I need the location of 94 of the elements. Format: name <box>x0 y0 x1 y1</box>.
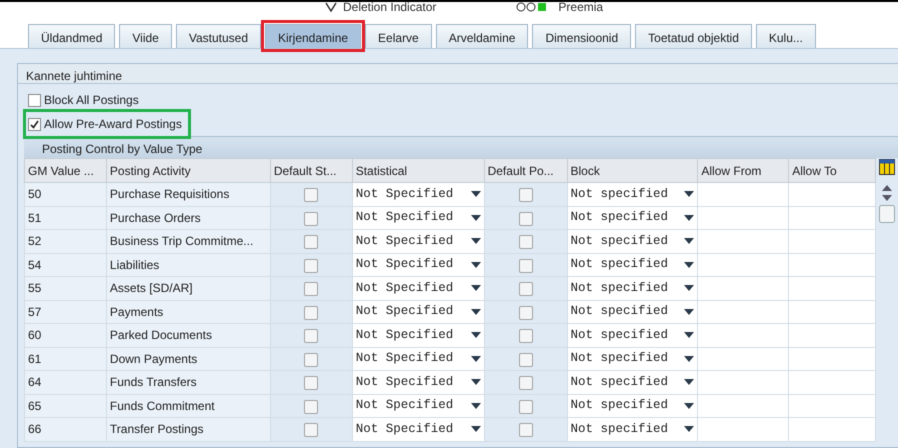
checkbox[interactable] <box>304 258 318 273</box>
column-header[interactable]: Posting Activity <box>106 158 270 182</box>
table-cell: 50 <box>24 182 106 206</box>
tab[interactable]: Arveldamine <box>436 24 528 48</box>
dropdown-caret-icon[interactable] <box>684 379 694 386</box>
checkbox[interactable] <box>518 212 533 226</box>
table-cell: Parked Documents <box>106 324 270 347</box>
dropdown-caret-icon[interactable] <box>470 285 481 292</box>
dropdown-caret-icon[interactable] <box>684 402 694 409</box>
tab[interactable]: Kulu... <box>756 24 816 48</box>
dropdown-caret-icon[interactable] <box>684 356 694 362</box>
dropdown-caret-icon[interactable] <box>470 214 481 221</box>
tab[interactable]: Üldandmed <box>28 24 116 48</box>
dropdown-caret-icon[interactable] <box>684 308 694 315</box>
table-cell: 54 <box>24 253 106 276</box>
table-cell: 60 <box>24 324 106 347</box>
table-cell: Transfer Postings <box>106 418 270 441</box>
tab[interactable]: Eelarve <box>365 24 432 48</box>
table-cell: Funds Commitment <box>106 394 270 418</box>
table-cell: Purchase Requisitions <box>106 182 270 206</box>
column-header[interactable]: Default St... <box>270 158 352 182</box>
field-label: Deletion Indicator <box>343 2 436 13</box>
group-title: Kannete juhtimine <box>18 64 898 84</box>
checkbox[interactable] <box>518 400 533 414</box>
tab[interactable]: Viide <box>119 24 172 48</box>
tab[interactable]: Toetatud objektid <box>635 24 752 48</box>
table-title: Posting Control by Value Type <box>24 136 898 158</box>
column-header[interactable]: GM Value ... <box>24 158 106 182</box>
checkbox[interactable] <box>304 188 318 202</box>
table-cell: Purchase Orders <box>106 206 270 230</box>
dropdown-caret-icon[interactable] <box>684 332 694 338</box>
dropdown-caret-icon[interactable] <box>470 356 481 362</box>
checkbox[interactable] <box>28 94 41 106</box>
scroll-down-icon[interactable] <box>882 195 892 201</box>
checkbox[interactable] <box>304 306 318 320</box>
checkbox[interactable] <box>518 376 533 390</box>
dropdown-caret-icon[interactable] <box>470 379 481 386</box>
table-cell: 52 <box>24 230 106 253</box>
column-header[interactable]: Statistical <box>352 158 484 182</box>
checkbox[interactable] <box>304 400 318 414</box>
tab[interactable]: Vastutused <box>176 24 261 48</box>
dropdown-caret-icon[interactable] <box>470 308 481 315</box>
checkbox[interactable] <box>304 352 318 367</box>
field-label: Preemia <box>558 2 604 13</box>
table-cell: 55 <box>24 276 106 300</box>
checkbox[interactable] <box>28 118 41 130</box>
table-cell: Down Payments <box>106 347 270 370</box>
checkbox[interactable] <box>518 235 533 250</box>
checkbox[interactable] <box>304 212 318 226</box>
table-cell: Liabilities <box>106 253 270 276</box>
checkbox[interactable] <box>518 188 533 202</box>
column-header[interactable]: Block <box>567 158 698 182</box>
dropdown-caret-icon[interactable] <box>470 402 481 409</box>
scroll-up-icon[interactable] <box>882 185 892 191</box>
dropdown-caret-icon[interactable] <box>470 332 481 338</box>
checkbox-label: Allow Pre-Award Postings <box>44 116 182 133</box>
table-cell: 66 <box>24 418 106 441</box>
dropdown-caret-icon[interactable] <box>684 191 694 198</box>
checkbox[interactable] <box>304 329 318 344</box>
table-cell: Funds Transfers <box>106 370 270 394</box>
checkbox[interactable] <box>518 258 533 273</box>
table-cell: 64 <box>24 370 106 394</box>
checkbox[interactable] <box>518 352 533 367</box>
dropdown-caret-icon[interactable] <box>684 285 694 292</box>
table-cell: Assets [SD/AR] <box>106 276 270 300</box>
checkbox[interactable] <box>518 423 533 438</box>
dropdown-caret-icon[interactable] <box>470 191 481 198</box>
dropdown-caret-icon[interactable] <box>684 262 694 268</box>
checkbox[interactable] <box>518 329 533 344</box>
checkbox[interactable] <box>304 282 318 296</box>
tab[interactable]: Dimensioonid <box>532 24 632 48</box>
table-cell: Business Trip Commitme... <box>106 230 270 253</box>
column-header[interactable]: Default Po... <box>484 158 568 182</box>
table-cell: 51 <box>24 206 106 230</box>
checkbox[interactable] <box>518 282 533 296</box>
table-cell: 57 <box>24 300 106 324</box>
checkbox[interactable] <box>304 235 318 250</box>
dropdown-caret-icon[interactable] <box>684 238 694 244</box>
table-cell: 65 <box>24 394 106 418</box>
scroll-thumb[interactable] <box>879 205 896 223</box>
column-settings-icon[interactable] <box>879 159 896 175</box>
checkbox[interactable] <box>304 376 318 390</box>
checkbox-label: Block All Postings <box>44 92 139 109</box>
dropdown-caret-icon[interactable] <box>684 426 694 432</box>
dropdown-caret-icon[interactable] <box>470 426 481 432</box>
column-header[interactable]: Allow From <box>698 158 789 182</box>
table-cell: Payments <box>106 300 270 324</box>
table-cell: 61 <box>24 347 106 370</box>
dropdown-caret-icon[interactable] <box>470 262 481 268</box>
dropdown-caret-icon[interactable] <box>684 214 694 221</box>
checkbox[interactable] <box>518 306 533 320</box>
checkbox[interactable] <box>304 423 318 438</box>
dropdown-caret-icon[interactable] <box>470 238 481 244</box>
column-header[interactable]: Allow To <box>788 158 876 182</box>
